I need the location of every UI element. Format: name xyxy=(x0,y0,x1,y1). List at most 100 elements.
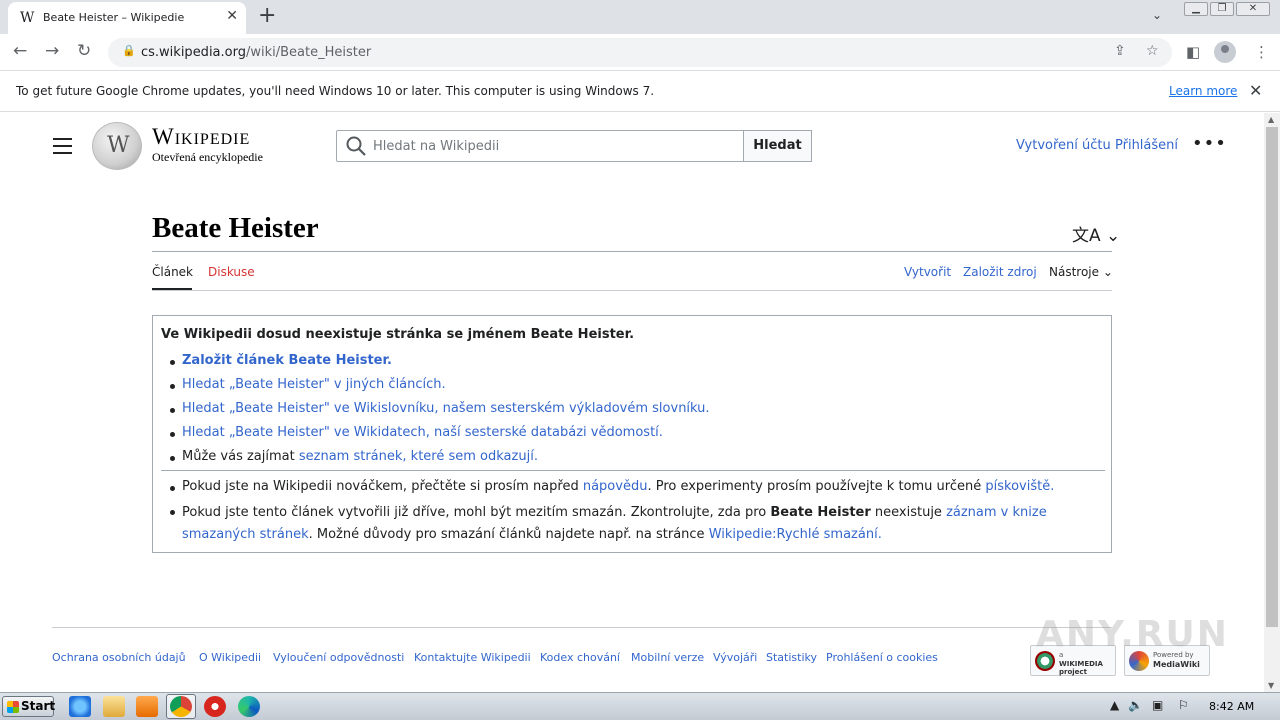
footer-link-developers[interactable]: Vývojáři xyxy=(713,651,757,664)
main-menu-icon[interactable] xyxy=(53,138,72,154)
tabs-divider xyxy=(152,290,1112,291)
footer-link-cookies[interactable]: Prohlášení o cookies xyxy=(826,651,938,664)
close-window-button[interactable]: ✕ xyxy=(1236,2,1270,16)
sandbox-link[interactable]: pískoviště xyxy=(985,479,1050,494)
bookmark-star-icon[interactable]: ☆ xyxy=(1146,43,1159,59)
opera-icon[interactable] xyxy=(204,696,226,717)
scroll-up-arrow-icon[interactable]: ▲ xyxy=(1268,115,1274,124)
share-icon[interactable]: ⇪ xyxy=(1114,43,1126,59)
list-item-text: . xyxy=(533,449,538,464)
list-item: Hledat „Beate Heister" ve Wikidatech, na… xyxy=(169,424,710,442)
tray-show-hidden-icon[interactable]: ▲ xyxy=(1110,698,1119,712)
page-scrollbar[interactable]: ▲ ▼ xyxy=(1264,113,1280,692)
search-placeholder: Hledat na Wikipedii xyxy=(373,139,500,154)
list-item: Pokud jste tento článek vytvořili již dř… xyxy=(169,502,1089,546)
footer-link-contact[interactable]: Kontaktujte Wikipedii xyxy=(414,651,531,664)
new-tab-button[interactable]: + xyxy=(258,3,276,28)
tools-label: Nástroje xyxy=(1049,265,1100,279)
restore-window-button[interactable]: ❐ xyxy=(1210,2,1234,16)
chevron-down-icon: ⌄ xyxy=(1102,265,1113,279)
title-divider xyxy=(152,251,1112,252)
tab-article[interactable]: Článek xyxy=(152,265,193,279)
search-wiktionary-link[interactable]: Hledat „Beate Heister" ve Wikislovníku, … xyxy=(182,401,710,416)
url-host: cs.wikipedia.org xyxy=(141,45,246,60)
language-selector-icon[interactable]: 文A ⌄ xyxy=(1072,221,1120,246)
tools-dropdown[interactable]: Nástroje ⌄ xyxy=(1049,265,1113,279)
volume-icon[interactable]: 🔈 xyxy=(1128,698,1143,712)
page-title: Beate Heister xyxy=(152,212,319,244)
media-player-icon[interactable] xyxy=(136,696,158,717)
badge-text: WIKIMEDIA project xyxy=(1059,660,1103,676)
footer-divider xyxy=(52,627,1112,628)
tip-text: . Pro experimenty prosím používejte k to… xyxy=(647,479,986,494)
what-links-here-link[interactable]: seznam stránek, které sem odkazují xyxy=(299,449,534,464)
side-panel-icon[interactable]: ◧ xyxy=(1186,43,1200,61)
network-icon[interactable]: ▣ xyxy=(1152,698,1163,712)
wikipedia-globe-logo[interactable]: W xyxy=(92,122,142,170)
start-button[interactable]: Start xyxy=(2,696,55,717)
scroll-down-arrow-icon[interactable]: ▼ xyxy=(1268,681,1274,690)
chrome-menu-icon[interactable]: ⋮ xyxy=(1254,43,1269,61)
tab-search-chevron-icon[interactable]: ⌄ xyxy=(1152,8,1162,22)
tab-talk[interactable]: Diskuse xyxy=(208,265,255,279)
scroll-thumb[interactable] xyxy=(1266,127,1278,627)
wikipedia-favicon-icon: W xyxy=(20,10,35,26)
learn-more-link[interactable]: Learn more xyxy=(1169,84,1237,98)
speedy-deletion-link[interactable]: Wikipedie:Rychlé smazání xyxy=(709,527,878,542)
internet-explorer-icon[interactable] xyxy=(69,696,91,717)
tip-bold-title: Beate Heister xyxy=(770,505,871,520)
search-wikidata-link[interactable]: Hledat „Beate Heister" ve Wikidatech, na… xyxy=(182,425,663,440)
file-explorer-icon[interactable] xyxy=(103,696,125,717)
list-item: Může vás zajímat seznam stránek, které s… xyxy=(169,448,710,466)
tab-create-source[interactable]: Založit zdroj xyxy=(963,265,1037,279)
search-other-articles-link[interactable]: Hledat „Beate Heister" v jiných článcích… xyxy=(182,377,446,392)
windows-logo-icon xyxy=(7,701,19,713)
search-input[interactable]: Hledat na Wikipedii xyxy=(336,130,744,162)
tab-close-icon[interactable]: ✕ xyxy=(226,8,238,24)
list-item: Hledat „Beate Heister" ve Wikislovníku, … xyxy=(169,400,710,418)
profile-avatar-icon[interactable] xyxy=(1214,41,1236,63)
forward-arrow-icon[interactable]: → xyxy=(45,41,59,61)
globe-glyph: W xyxy=(107,133,130,158)
edge-icon[interactable] xyxy=(238,696,260,717)
footer-link-disclaimer[interactable]: Vyloučení odpovědnosti xyxy=(273,651,404,664)
footer-link-code-of-conduct[interactable]: Kodex chování xyxy=(540,651,620,664)
tip-text: Pokud jste tento článek vytvořili již dř… xyxy=(182,505,771,520)
windows-taskbar: Start ▲ 🔈 ▣ ⚐ 8:42 AM xyxy=(0,692,1280,720)
help-link[interactable]: nápovědu xyxy=(583,479,648,494)
browser-tab[interactable]: W Beate Heister – Wikipedie ✕ xyxy=(8,2,246,34)
no-article-notice: Ve Wikipedii dosud neexistuje stránka se… xyxy=(152,315,1112,553)
close-icon[interactable]: ✕ xyxy=(1249,81,1262,100)
footer-link-privacy[interactable]: Ochrana osobních údajů xyxy=(52,651,186,664)
wikipedia-wordmark[interactable]: Wikipedie xyxy=(152,124,250,150)
address-bar[interactable]: 🔒 cs.wikipedia.org/wiki/Beate_Heister ⇪ … xyxy=(108,38,1172,67)
login-link[interactable]: Přihlášení xyxy=(1115,138,1178,153)
tip-text: Pokud jste na Wikipedii nováčkem, přečtě… xyxy=(182,479,583,494)
search-button[interactable]: Hledat xyxy=(743,130,812,162)
chrome-taskbar-button[interactable] xyxy=(166,694,196,719)
wikipedia-tagline: Otevřená encyklopedie xyxy=(152,150,263,164)
back-arrow-icon[interactable]: ← xyxy=(13,41,27,61)
footer-link-about[interactable]: O Wikipedii xyxy=(199,651,261,664)
tab-create[interactable]: Vytvořit xyxy=(904,265,951,279)
minimize-window-button[interactable]: ▁ xyxy=(1184,2,1208,16)
footer-link-statistics[interactable]: Statistiky xyxy=(766,651,817,664)
create-account-link[interactable]: Vytvoření účtu xyxy=(1016,138,1111,153)
taskbar-clock[interactable]: 8:42 AM xyxy=(1209,700,1254,713)
list-item: Hledat „Beate Heister" v jiných článcích… xyxy=(169,376,710,394)
badge-text: MediaWiki xyxy=(1153,660,1200,669)
infobar-message: To get future Google Chrome updates, you… xyxy=(16,84,655,98)
list-item-text: Může vás zajímat xyxy=(182,449,299,464)
tip-text: . xyxy=(1050,479,1055,494)
reload-icon[interactable]: ↻ xyxy=(77,41,91,61)
footer-link-mobile[interactable]: Mobilní verze xyxy=(631,651,704,664)
browser-toolbar: ← → ↻ 🔒 cs.wikipedia.org/wiki/Beate_Heis… xyxy=(0,34,1280,71)
notice-divider xyxy=(161,470,1105,471)
create-article-link[interactable]: Založit článek Beate Heister. xyxy=(182,353,392,368)
more-options-icon[interactable]: ••• xyxy=(1192,133,1227,154)
url-text[interactable]: cs.wikipedia.org/wiki/Beate_Heister xyxy=(141,45,371,60)
list-item: Založit článek Beate Heister. xyxy=(169,352,710,370)
action-center-flag-icon[interactable]: ⚐ xyxy=(1178,698,1189,712)
lock-icon[interactable]: 🔒 xyxy=(122,44,136,57)
tab-strip: W Beate Heister – Wikipedie ✕ + ⌄ ▁ ❐ ✕ xyxy=(0,0,1280,34)
